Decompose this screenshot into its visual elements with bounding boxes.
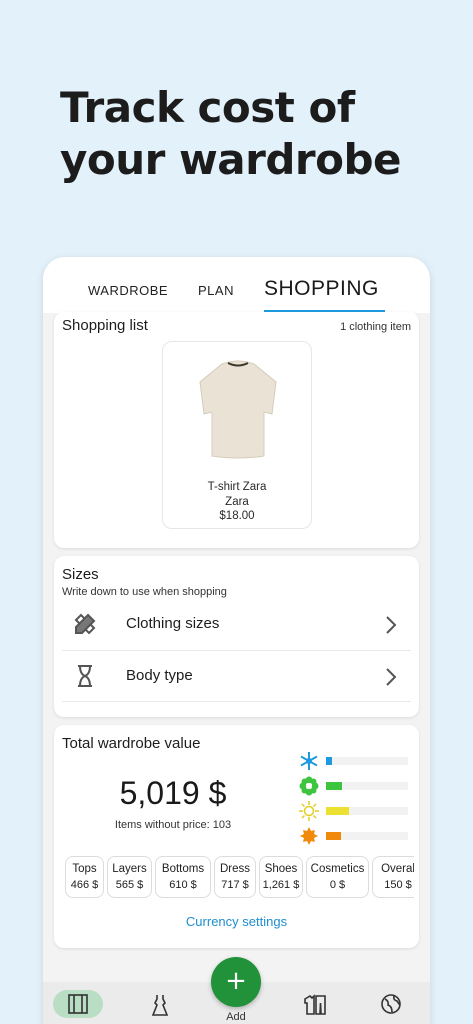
tshirt-image bbox=[199, 360, 277, 459]
chip-label: Cosmetics bbox=[310, 863, 365, 875]
phone-frame: WARDROBE PLAN SHOPPING Shopping list 1 c… bbox=[43, 257, 430, 1024]
body-type-label: Body type bbox=[126, 667, 193, 684]
chip-dress[interactable]: Dress 717 $ bbox=[214, 856, 256, 898]
season-winter bbox=[299, 751, 411, 771]
sizes-title: Sizes bbox=[62, 566, 99, 583]
shopping-item-card[interactable]: T-shirt Zara Zara $18.00 bbox=[162, 341, 312, 529]
season-bar-fill bbox=[326, 807, 349, 815]
chip-label: Shoes bbox=[264, 863, 298, 875]
headline-line-1: Track cost of bbox=[60, 83, 355, 132]
flower-icon bbox=[299, 776, 319, 796]
shopping-list-card: Shopping list 1 clothing item T-shirt Za… bbox=[54, 312, 419, 548]
sun-icon bbox=[299, 801, 319, 821]
season-bar-fill bbox=[326, 757, 332, 765]
add-label: Add bbox=[226, 1011, 246, 1023]
chip-tops[interactable]: Tops 466 $ bbox=[65, 856, 104, 898]
chip-value: 610 $ bbox=[169, 879, 197, 891]
chip-label: Dress bbox=[219, 863, 251, 875]
nav-dress[interactable] bbox=[135, 990, 185, 1018]
shopping-list-count: 1 clothing item bbox=[340, 321, 411, 333]
add-button[interactable]: + bbox=[211, 957, 261, 1007]
tab-plan[interactable]: PLAN bbox=[198, 283, 234, 298]
item-price: $18.00 bbox=[219, 510, 255, 522]
chip-label: Tops bbox=[72, 863, 97, 875]
season-bar-track bbox=[326, 807, 408, 815]
chip-value: 565 $ bbox=[115, 879, 144, 891]
sizes-card: Sizes Write down to use when shopping Cl… bbox=[54, 556, 419, 717]
season-autumn bbox=[299, 826, 411, 846]
tab-bar: WARDROBE PLAN SHOPPING bbox=[43, 257, 430, 313]
nav-wardrobe[interactable] bbox=[53, 990, 103, 1018]
dress-icon bbox=[151, 995, 169, 1016]
tab-wardrobe[interactable]: WARDROBE bbox=[88, 283, 168, 298]
chip-label: Layers bbox=[112, 863, 147, 875]
wardrobe-icon bbox=[68, 994, 88, 1014]
chip-cosmetics[interactable]: Cosmetics 0 $ bbox=[306, 856, 369, 898]
chip-value: 717 $ bbox=[221, 879, 249, 891]
headline: Track cost of your wardrobe bbox=[60, 82, 460, 186]
nav-outfit[interactable] bbox=[289, 990, 339, 1018]
wardrobe-value-card: Total wardrobe value 5,019 $ Items witho… bbox=[54, 725, 419, 948]
body-type-row[interactable]: Body type bbox=[62, 651, 411, 703]
category-chips: Tops 466 $ Layers 565 $ Bottoms 610 $ Dress… bbox=[62, 856, 414, 900]
chip-label: Overal bbox=[381, 863, 414, 875]
clothing-sizes-row[interactable]: Clothing sizes bbox=[62, 599, 411, 651]
chip-layers[interactable]: Layers 565 $ bbox=[107, 856, 152, 898]
chip-value: 0 $ bbox=[329, 879, 346, 891]
nav-globe[interactable] bbox=[366, 990, 416, 1018]
season-bar-fill bbox=[326, 832, 341, 840]
chip-overall[interactable]: Overal 150 $ bbox=[372, 856, 414, 898]
shopping-list-title: Shopping list bbox=[62, 317, 148, 334]
season-bar-track bbox=[326, 757, 408, 765]
chip-value: 1,261 $ bbox=[262, 879, 300, 891]
row-divider bbox=[62, 701, 411, 702]
total-value: 5,019 $ bbox=[119, 775, 227, 811]
season-bar-track bbox=[326, 782, 408, 790]
season-summer bbox=[299, 801, 411, 821]
chevron-right-icon bbox=[386, 668, 397, 686]
chip-value: 466 $ bbox=[70, 879, 99, 891]
season-bar-fill bbox=[326, 782, 343, 790]
clothing-sizes-label: Clothing sizes bbox=[126, 615, 220, 632]
leaf-icon bbox=[300, 827, 318, 845]
headline-line-2: your wardrobe bbox=[60, 135, 402, 184]
ruler-pencil-icon bbox=[74, 613, 96, 635]
chip-value: 150 $ bbox=[384, 879, 412, 891]
items-without-price: Items without price: 103 bbox=[114, 819, 232, 831]
currency-settings-link[interactable]: Currency settings bbox=[54, 914, 419, 929]
snowflake-icon bbox=[300, 752, 318, 770]
outfit-icon bbox=[304, 994, 326, 1015]
item-brand: Zara bbox=[225, 496, 249, 508]
item-name: T-shirt Zara bbox=[207, 481, 267, 493]
sizes-subtitle: Write down to use when shopping bbox=[62, 586, 227, 598]
chevron-right-icon bbox=[386, 616, 397, 634]
chip-bottoms[interactable]: Bottoms 610 $ bbox=[155, 856, 211, 898]
hourglass-icon bbox=[78, 665, 92, 687]
chip-shoes[interactable]: Shoes 1,261 $ bbox=[259, 856, 303, 898]
tab-shopping[interactable]: SHOPPING bbox=[264, 277, 379, 301]
wardrobe-value-title: Total wardrobe value bbox=[62, 735, 201, 752]
season-bar-track bbox=[326, 832, 408, 840]
chip-label: Bottoms bbox=[161, 863, 205, 875]
globe-icon bbox=[381, 994, 401, 1014]
season-spring bbox=[299, 776, 411, 796]
